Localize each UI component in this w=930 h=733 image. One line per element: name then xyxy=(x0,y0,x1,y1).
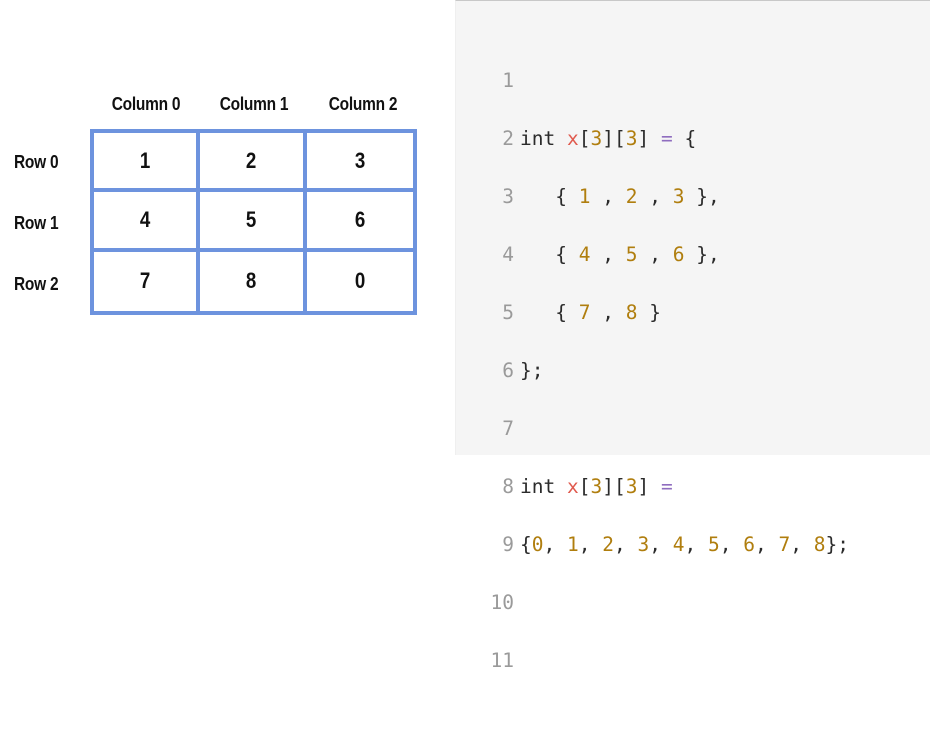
line-number: 2 xyxy=(502,127,514,150)
code-line-8: 8 int x[3][3] = xyxy=(482,472,849,501)
line-number: 11 xyxy=(490,649,514,672)
line-number: 9 xyxy=(502,533,514,556)
code-line-3: 3 { 1 , 2 , 3 }, xyxy=(482,182,849,211)
array-grid: 1 2 3 4 5 6 7 8 0 xyxy=(90,129,417,315)
code-line-2: 2 int x[3][3] = { xyxy=(482,124,849,153)
cell-0-1: 2 xyxy=(200,133,307,193)
code-editor[interactable]: 1 2 int x[3][3] = { 3 { 1 , 2 , 3 }, 4 { … xyxy=(455,0,930,672)
column-header-1: Column 1 xyxy=(219,94,289,114)
code-line-5: 5 { 7 , 8 } xyxy=(482,298,849,327)
code-line-6: 6}; xyxy=(482,356,849,385)
cell-1-0: 4 xyxy=(94,192,201,252)
cell-2-1: 8 xyxy=(200,251,307,311)
line-number: 10 xyxy=(490,591,514,614)
line-number: 8 xyxy=(502,475,514,498)
line-number: 6 xyxy=(502,359,514,382)
row-header-0: Row 0 xyxy=(14,152,59,172)
column-header-0: Column 0 xyxy=(111,94,181,114)
line-number: 1 xyxy=(502,69,514,92)
code-line-1: 1 xyxy=(482,66,849,95)
code-line-4: 4 { 4 , 5 , 6 }, xyxy=(482,240,849,269)
line-number: 4 xyxy=(502,243,514,266)
code-line-11: 11 xyxy=(482,646,849,675)
row-header-1: Row 1 xyxy=(14,213,59,233)
cell-1-2: 6 xyxy=(306,192,413,252)
line-number: 7 xyxy=(502,417,514,440)
column-header-2: Column 2 xyxy=(328,94,398,114)
code-line-7: 7 xyxy=(482,414,849,443)
cell-2-0: 7 xyxy=(94,251,201,311)
array-diagram: Column 0 Column 1 Column 2 Row 0 Row 1 R… xyxy=(0,0,440,455)
cell-0-2: 3 xyxy=(306,133,413,193)
cell-1-1: 5 xyxy=(200,192,307,252)
line-number: 3 xyxy=(502,185,514,208)
cell-2-2: 0 xyxy=(354,268,366,294)
code-line-10: 10 xyxy=(482,588,849,617)
line-number: 5 xyxy=(502,301,514,324)
cell-0-0: 1 xyxy=(94,133,201,193)
code-block: 1 2 int x[3][3] = { 3 { 1 , 2 , 3 }, 4 { … xyxy=(482,37,849,733)
code-line-9: 9 {0, 1, 2, 3, 4, 5, 6, 7, 8}; xyxy=(482,530,849,559)
row-header-2: Row 2 xyxy=(14,274,59,294)
